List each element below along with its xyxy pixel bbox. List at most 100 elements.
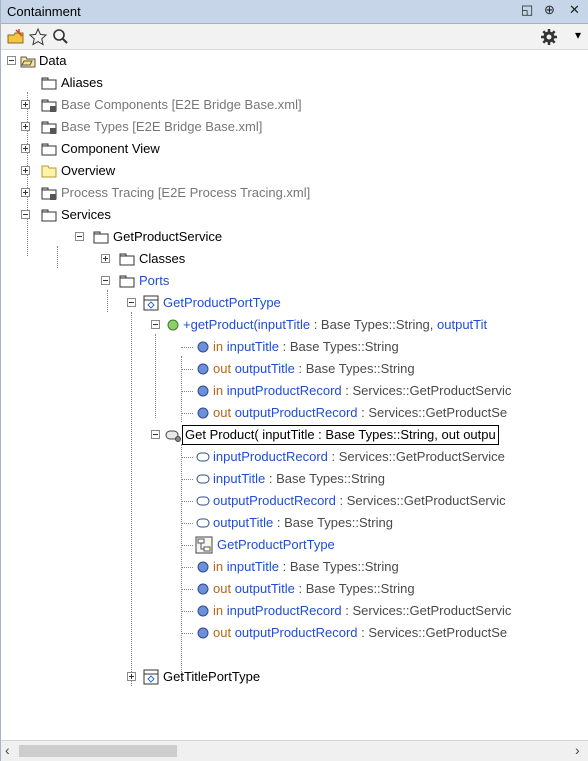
collapse-icon[interactable] — [7, 56, 16, 65]
tree-label: Component View — [61, 141, 160, 156]
parameter-icon — [197, 583, 209, 595]
search-icon[interactable] — [51, 27, 71, 47]
expand-icon[interactable] — [21, 166, 30, 175]
operation-icon — [167, 319, 179, 331]
tree-label: inputTitle : Base Types::String — [213, 471, 385, 486]
panel-titlebar: Containment ◱ ⊕ ✕ — [1, 0, 588, 24]
port-type-icon — [143, 669, 159, 685]
tree-label: Process Tracing [E2E Process Tracing.xml… — [61, 185, 311, 200]
gear-icon[interactable] — [539, 27, 559, 47]
tree-label: outputTitle : Base Types::String — [213, 515, 393, 530]
attribute-icon — [196, 452, 210, 462]
tree-label: Aliases — [61, 75, 103, 90]
tree-node-get-title-port-type[interactable]: GetTitlePortType — [1, 666, 361, 688]
toolbar: ▾ — [1, 24, 588, 50]
tree-node-param[interactable]: in inputTitle : Base Types::String — [1, 336, 588, 358]
parameter-icon — [197, 363, 209, 375]
tree-label: GetProductPortType — [217, 537, 335, 552]
horizontal-scrollbar[interactable]: ‹ › — [1, 740, 588, 761]
tree-node-get-product-service[interactable]: GetProductService — [1, 226, 321, 248]
tree-node-data[interactable]: Data — [1, 50, 301, 72]
tree-node-component-view[interactable]: Component View — [1, 138, 301, 160]
attribute-icon — [196, 474, 210, 484]
tree-node-base-components[interactable]: Base Components [E2E Bridge Base.xml] — [1, 94, 401, 116]
tree-label: inputProductRecord : Services::GetProduc… — [213, 449, 505, 464]
tree-label: in inputTitle : Base Types::String — [213, 559, 399, 574]
tree-node-param[interactable]: out outputProductRecord : Services::GetP… — [1, 622, 588, 644]
tree-label: Ports — [139, 273, 170, 288]
close-icon[interactable]: ✕ — [569, 2, 580, 18]
tree-node-attribute[interactable]: outputProductRecord : Services::GetProdu… — [1, 490, 588, 512]
expand-icon[interactable] — [21, 100, 30, 109]
tree-node-activity-get-product[interactable]: Get Product( inputTitle : Base Types::St… — [1, 424, 588, 446]
parameter-icon — [197, 385, 209, 397]
tree-node-ports[interactable]: Ports — [1, 270, 321, 292]
collapse-icon[interactable] — [75, 232, 84, 241]
folder-icon — [41, 165, 57, 178]
tree-node-services[interactable]: Services — [1, 204, 301, 226]
expand-icon[interactable] — [21, 188, 30, 197]
tree-node-param[interactable]: in inputProductRecord : Services::GetPro… — [1, 380, 588, 402]
tree-label: outputProductRecord : Services::GetProdu… — [213, 493, 506, 508]
shared-package-icon — [41, 187, 57, 200]
shared-package-icon — [41, 121, 57, 134]
tree-label: Classes — [139, 251, 186, 266]
tree-node-diagram[interactable]: GetProductPortType — [1, 534, 588, 556]
tree-label: Overview — [61, 163, 116, 178]
settings-dropdown-icon[interactable]: ▾ — [575, 28, 581, 42]
parameter-icon — [197, 627, 209, 639]
tree-node-get-product-port-type[interactable]: GetProductPortType — [1, 292, 361, 314]
rename-input[interactable]: Get Product( inputTitle : Base Types::St… — [182, 425, 499, 445]
scroll-left-icon[interactable]: ‹ — [5, 742, 10, 758]
package-icon — [119, 253, 135, 266]
tree-label: Base Components [E2E Bridge Base.xml] — [61, 97, 302, 112]
collapse-icon[interactable] — [21, 210, 30, 219]
restore-icon[interactable]: ◱ — [521, 2, 533, 18]
expand-icon[interactable] — [101, 254, 110, 263]
tree-label: out outputProductRecord : Services::GetP… — [213, 625, 508, 640]
tree-label: out outputTitle : Base Types::String — [213, 581, 415, 596]
scrollbar-thumb[interactable] — [19, 745, 177, 757]
shared-package-icon — [41, 99, 57, 112]
diagram-icon — [195, 536, 213, 554]
tree-label: GetTitlePortType — [163, 669, 261, 684]
tree-node-aliases[interactable]: Aliases — [1, 72, 301, 94]
tree-node-param[interactable]: out outputTitle : Base Types::String — [1, 358, 588, 380]
expand-icon[interactable] — [21, 122, 30, 131]
package-open-icon — [20, 56, 36, 68]
scroll-right-icon[interactable]: › — [575, 742, 580, 758]
expand-icon[interactable] — [21, 144, 30, 153]
attribute-icon — [196, 496, 210, 506]
parameter-icon — [197, 341, 209, 353]
tree-label: in inputTitle : Base Types::String — [213, 339, 399, 354]
star-icon[interactable] — [28, 27, 48, 47]
collapse-icon[interactable] — [151, 430, 160, 439]
tree-label: Services — [61, 207, 111, 222]
parameter-icon — [197, 605, 209, 617]
tree-node-classes[interactable]: Classes — [1, 248, 321, 270]
add-element-icon[interactable] — [6, 27, 26, 47]
pin-icon[interactable]: ⊕ — [544, 2, 555, 18]
tree-label: Base Types [E2E Bridge Base.xml] — [61, 119, 263, 134]
tree-node-attribute[interactable]: outputTitle : Base Types::String — [1, 512, 588, 534]
parameter-icon — [197, 407, 209, 419]
package-icon — [41, 143, 57, 156]
collapse-icon[interactable] — [101, 276, 110, 285]
tree-node-param[interactable]: out outputTitle : Base Types::String — [1, 578, 588, 600]
tree-node-param[interactable]: in inputProductRecord : Services::GetPro… — [1, 600, 588, 622]
tree-label: GetProductService — [113, 229, 223, 244]
port-type-icon — [143, 295, 159, 311]
expand-icon[interactable] — [127, 672, 136, 681]
package-icon — [41, 209, 57, 222]
tree-node-op-get-product[interactable]: +getProduct(inputTitle : Base Types::Str… — [1, 314, 588, 336]
collapse-icon[interactable] — [151, 320, 160, 329]
tree-node-attribute[interactable]: inputTitle : Base Types::String — [1, 468, 588, 490]
tree-node-base-types[interactable]: Base Types [E2E Bridge Base.xml] — [1, 116, 401, 138]
tree-node-attribute[interactable]: inputProductRecord : Services::GetProduc… — [1, 446, 588, 468]
tree-node-param[interactable]: out outputProductRecord : Services::GetP… — [1, 402, 588, 424]
tree-node-param[interactable]: in inputTitle : Base Types::String — [1, 556, 588, 578]
tree-node-overview[interactable]: Overview — [1, 160, 301, 182]
collapse-icon[interactable] — [127, 298, 136, 307]
containment-tree[interactable]: Data Aliases Base Components [E2E Bridge… — [1, 50, 588, 740]
tree-node-process-tracing[interactable]: Process Tracing [E2E Process Tracing.xml… — [1, 182, 421, 204]
